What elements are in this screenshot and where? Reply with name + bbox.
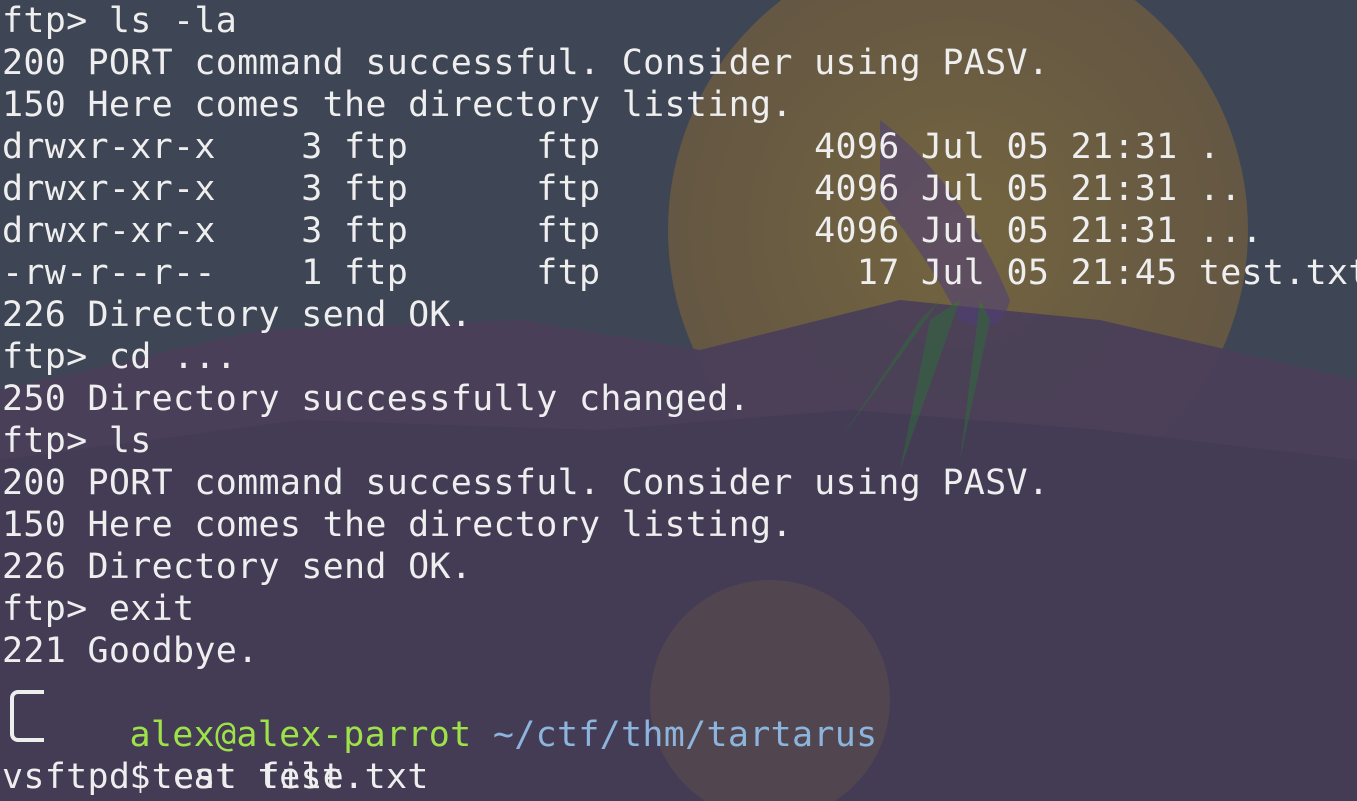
terminal-line: drwxr-xr-x 3 ftp ftp 4096 Jul 05 21:31 .… xyxy=(2,211,1263,251)
prompt-header: alex@alex-parrot ~/ctf/thm/tartarus xyxy=(44,672,878,755)
prompt-bracket-icon xyxy=(10,690,44,742)
terminal-line: 150 Here comes the directory listing. xyxy=(2,505,793,545)
terminal-line: 200 PORT command successful. Consider us… xyxy=(2,43,1050,83)
terminal-window[interactable]: ftp> ls -la 200 PORT command successful.… xyxy=(0,0,1357,801)
terminal-line: ftp> ls -la xyxy=(2,1,238,41)
command-output: vsftpd test file xyxy=(2,757,344,797)
terminal-line: 150 Here comes the directory listing. xyxy=(2,85,793,125)
terminal-line: 250 Directory successfully changed. xyxy=(2,379,751,419)
terminal-line: -rw-r--r-- 1 ftp ftp 17 Jul 05 21:45 tes… xyxy=(2,253,1357,293)
terminal-line: ftp> cd ... xyxy=(2,337,238,377)
terminal-line: 200 PORT command successful. Consider us… xyxy=(2,463,1050,503)
prompt-cwd: ~/ctf/thm/tartarus xyxy=(492,715,878,755)
terminal-line: 226 Directory send OK. xyxy=(2,295,473,335)
prompt-command-line[interactable]: $ cat test.txt xyxy=(44,714,429,797)
terminal-line: drwxr-xr-x 3 ftp ftp 4096 Jul 05 21:31 . xyxy=(2,127,1221,167)
terminal-line: 221 Goodbye. xyxy=(2,631,259,671)
terminal-line: drwxr-xr-x 3 ftp ftp 4096 Jul 05 21:31 .… xyxy=(2,169,1242,209)
terminal-line: ftp> exit xyxy=(2,589,195,629)
terminal-line: ftp> ls xyxy=(2,421,152,461)
terminal-line: 226 Directory send OK. xyxy=(2,547,473,587)
